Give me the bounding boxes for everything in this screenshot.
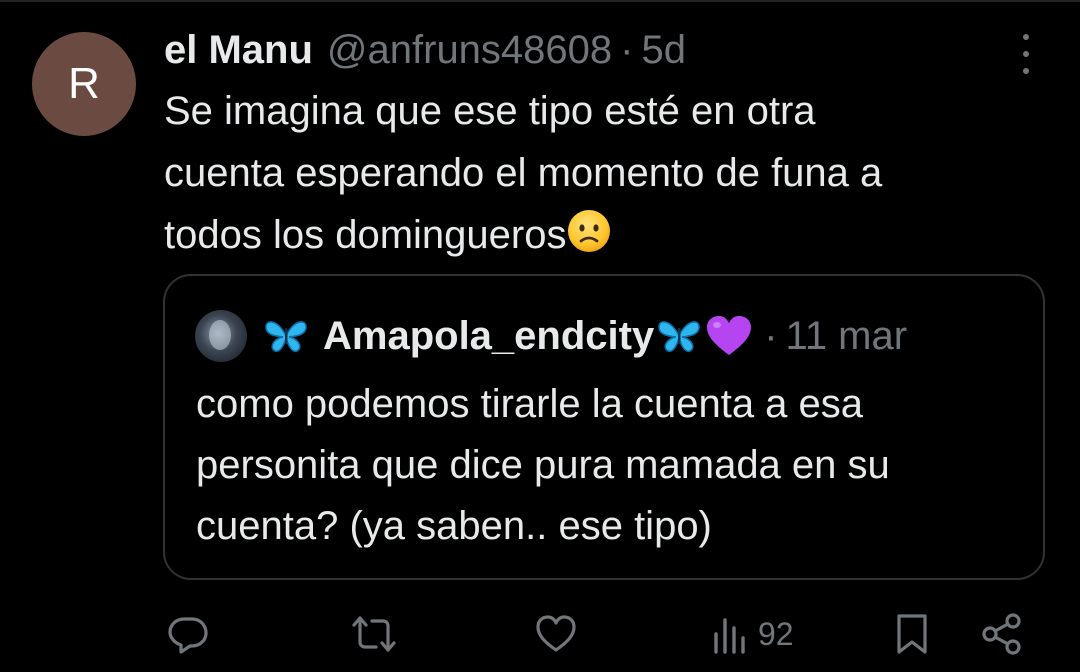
quoted-text-line: como podemos tirarle la cuenta a esa [196,382,864,426]
quoted-tweet-header: Amapola_endcity · 11 mar [195,310,907,362]
views-button[interactable]: 92 [710,606,794,662]
purple-heart-emoji [707,316,752,355]
reply-button[interactable] [166,606,210,662]
like-button[interactable] [534,606,578,662]
tweet[interactable]: R el Manu @anfruns48608 · 5d Se imagina … [0,0,1080,672]
avatar[interactable]: R [32,32,136,136]
tweet-header: el Manu @anfruns48608 · 5d [164,26,686,74]
worried-face-emoji [568,210,611,252]
bookmark-button[interactable] [892,606,932,662]
blue-butterfly-emoji [658,321,700,353]
quoted-tweet[interactable]: Amapola_endcity · 11 mar como podemos ti… [163,274,1045,580]
retweet-button[interactable] [350,606,398,662]
views-icon [714,618,745,654]
retweet-icon [352,616,396,652]
more-dot [1023,34,1029,40]
share-icon [982,613,1021,655]
separator-dot: · [620,27,634,72]
timestamp[interactable]: 5d [642,28,687,73]
display-name[interactable]: el Manu [164,28,313,73]
tweet-text-line: Se imagina que ese tipo esté en otra [164,89,816,133]
blue-butterfly-emoji [265,321,307,353]
bookmark-icon [897,614,927,654]
quoted-display-name: Amapola_endcity [323,313,655,358]
more-options-icon[interactable] [1012,34,1040,74]
tweet-text-line: todos los domingueros [164,213,567,257]
quoted-separator-dot: · [764,313,778,358]
like-icon [536,615,576,652]
tweet-text: Se imagina que ese tipo esté en otra cue… [164,80,1044,266]
quoted-text-line: personita que dice pura mamada en su [196,443,890,487]
quoted-avatar[interactable] [195,310,247,362]
quoted-display-name-group[interactable]: Amapola_endcity [261,314,754,359]
quoted-text-line: cuenta? (ya saben.. ese tipo) [196,504,712,548]
views-count: 92 [758,615,794,652]
quoted-tweet-text: como podemos tirarle la cuenta a esa per… [196,374,1036,557]
user-handle[interactable]: @anfruns48608 [327,28,612,73]
action-bar: 92 [0,606,1080,662]
share-button[interactable] [980,606,1024,662]
quoted-timestamp[interactable]: 11 mar [786,314,908,359]
more-dot [1023,51,1029,57]
avatar-letter: R [68,59,100,108]
more-dot [1023,68,1029,74]
tweet-text-line: cuenta esperando el momento de funa a [164,151,883,195]
reply-icon [168,617,208,654]
tweet-text-line-last: todos los domingueros [164,204,1044,266]
